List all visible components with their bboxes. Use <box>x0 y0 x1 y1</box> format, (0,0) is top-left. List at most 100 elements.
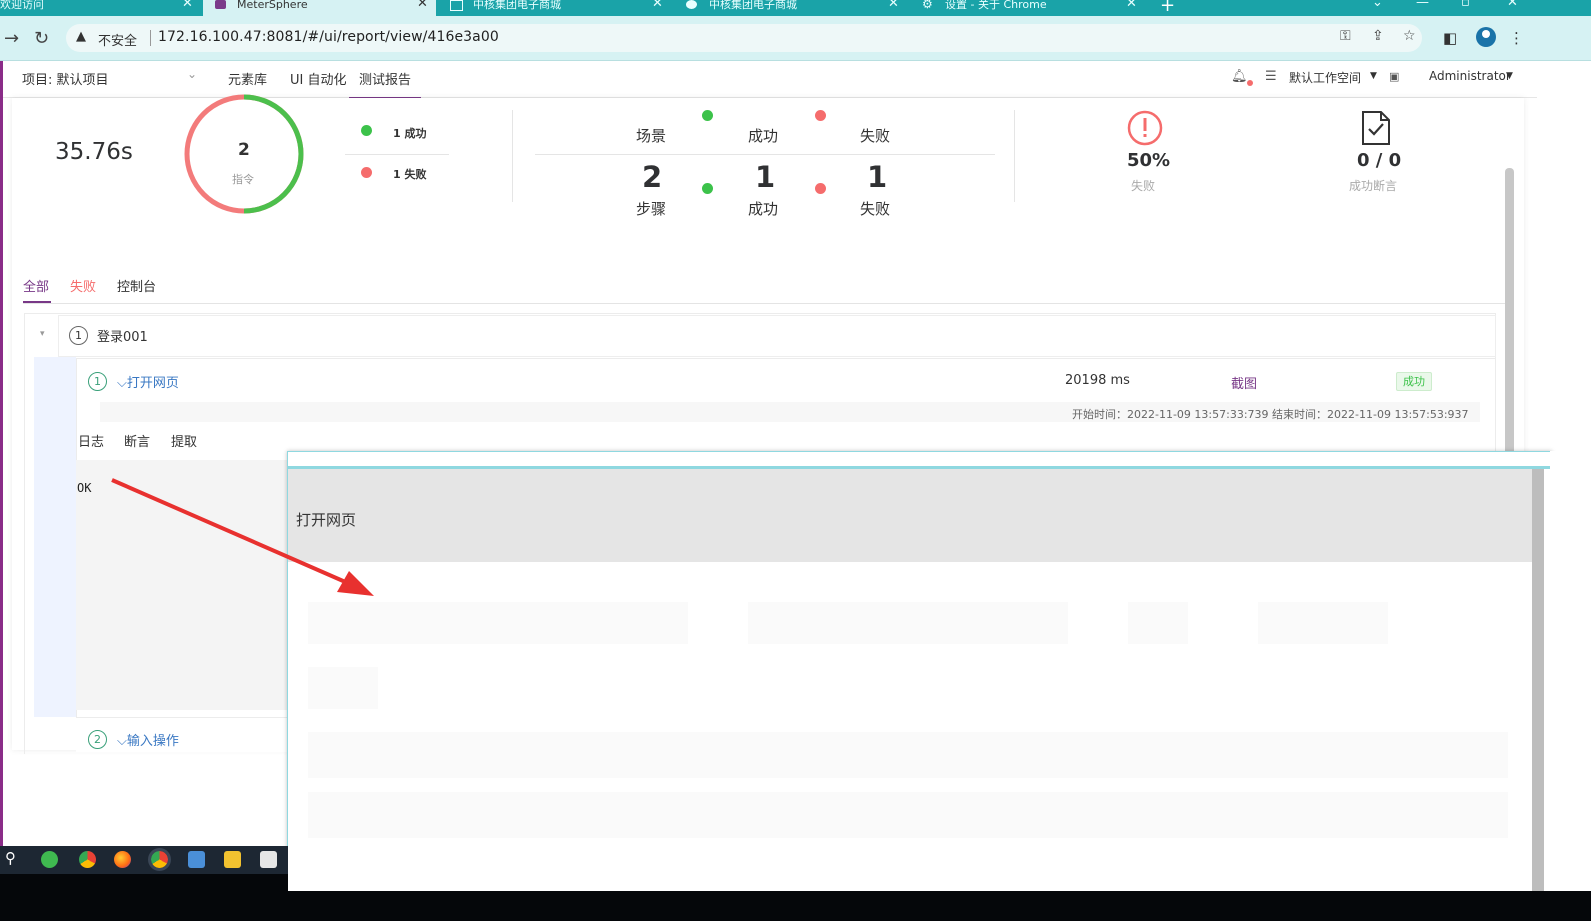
exclamation-circle-icon <box>1127 110 1163 146</box>
placeholder-block <box>748 602 1068 644</box>
tree-indent-bar <box>34 357 76 717</box>
tab-title: 欢迎访问 <box>0 0 44 11</box>
menu-element-library[interactable]: 元素库 <box>228 69 267 88</box>
divider <box>1014 110 1015 202</box>
tab-all[interactable]: 全部 <box>23 276 49 295</box>
chrome-icon[interactable] <box>148 848 171 871</box>
share-icon[interactable]: ⇪ <box>1372 28 1384 44</box>
caret-down-icon[interactable]: ▾ <box>40 329 45 339</box>
node-index: 1 <box>69 326 88 345</box>
new-tab-icon[interactable]: + <box>1160 0 1175 16</box>
insecure-label[interactable]: 不安全 <box>98 30 137 49</box>
workspace-selector[interactable]: 默认工作空间 <box>1289 69 1361 86</box>
tab-close-icon[interactable]: ✕ <box>888 0 899 10</box>
tab-fail[interactable]: 失败 <box>70 276 96 295</box>
omnibox[interactable]: ▲ 不安全 172.16.100.47:8081/#/ui/report/vie… <box>66 24 1422 52</box>
fail-dot <box>815 110 826 121</box>
scenario-name[interactable]: 登录001 <box>97 326 148 345</box>
success-dot <box>702 183 713 194</box>
fail-dot <box>815 183 826 194</box>
url-text[interactable]: 172.16.100.47:8081/#/ui/report/view/416e… <box>158 29 499 45</box>
success-dot <box>702 110 713 121</box>
browser-tab-active[interactable]: MeterSphere ✕ <box>203 0 436 16</box>
scenario-success-label: 成功 <box>748 127 779 145</box>
tab-title: 中核集团电子商城 <box>709 0 797 11</box>
key-icon[interactable]: ⚿ <box>1340 28 1351 44</box>
more-menu-icon[interactable]: ⋮ <box>1509 29 1524 47</box>
chevron-down-icon[interactable]: ⌄ <box>187 67 197 81</box>
warning-icon: ▲ <box>76 29 86 44</box>
firefox-icon[interactable] <box>114 851 131 868</box>
reload-icon[interactable]: ↻ <box>34 28 49 49</box>
caret-down-icon[interactable]: ▼ <box>1370 71 1377 81</box>
app-icon[interactable] <box>41 851 58 868</box>
close-window-icon[interactable]: ✕ <box>1507 0 1518 10</box>
screenshot-link[interactable]: 截图 <box>1231 373 1257 392</box>
command-success-legend: 1 成功 <box>393 127 427 140</box>
step-index: 1 <box>88 372 107 391</box>
step-index: 2 <box>88 730 107 749</box>
tab-close-icon[interactable]: ✕ <box>182 0 193 10</box>
list-icon[interactable]: ☰ <box>1265 69 1277 84</box>
tab-close-icon[interactable]: ✕ <box>1126 0 1137 10</box>
search-icon[interactable]: ⚲ <box>5 849 16 867</box>
language-icon[interactable]: ▣ <box>1389 70 1399 83</box>
page-scrollbar[interactable] <box>1505 168 1514 458</box>
placeholder-block <box>1258 602 1388 644</box>
tab-title: 中核集团电子商城 <box>473 0 561 11</box>
subtab-assertion[interactable]: 断言 <box>124 431 150 450</box>
active-tab-underline <box>23 301 51 303</box>
subtab-log[interactable]: 日志 <box>78 431 104 450</box>
app-icon[interactable] <box>260 851 277 868</box>
tree-node-scenario[interactable] <box>58 315 1496 357</box>
folder-icon[interactable] <box>224 851 241 868</box>
chevron-down-icon[interactable]: ⌄ <box>1372 0 1383 10</box>
step-row-2[interactable] <box>76 717 288 752</box>
bell-icon[interactable]: 🔔︎ <box>1231 69 1248 84</box>
steps-success-count: 1 <box>755 160 776 194</box>
divider <box>535 154 995 155</box>
caret-down-icon[interactable]: ▼ <box>1506 71 1513 81</box>
tab-console[interactable]: 控制台 <box>117 276 156 295</box>
menu-ui-automation[interactable]: UI 自动化 <box>290 69 346 88</box>
tab-close-icon[interactable]: ✕ <box>652 0 663 10</box>
success-dot <box>361 125 372 136</box>
preview-scrollbar[interactable] <box>1532 469 1544 891</box>
step-duration: 20198 ms <box>1065 373 1130 388</box>
project-selector[interactable]: 项目: 默认项目 <box>22 69 109 88</box>
chrome-icon[interactable] <box>79 851 96 868</box>
profile-avatar-icon[interactable] <box>1476 27 1496 47</box>
desktop-background <box>0 874 288 921</box>
minimize-icon[interactable]: — <box>1416 0 1429 10</box>
divider <box>345 154 449 155</box>
sidebar-accent <box>0 61 3 851</box>
restore-icon[interactable]: ▫ <box>1461 0 1470 10</box>
steps-count: 2 <box>642 160 663 194</box>
log-text: OK <box>77 481 92 495</box>
step-name-input[interactable]: ⌵输入操作 <box>117 730 179 749</box>
fail-dot <box>361 167 372 178</box>
preview-header-band <box>288 469 1532 562</box>
app-icon[interactable] <box>188 851 205 868</box>
steps-fail-count: 1 <box>867 160 888 194</box>
browser-tab[interactable]: ⚙ 设置 - 关于 Chrome ✕ <box>912 0 1145 16</box>
star-icon[interactable]: ☆ <box>1403 28 1416 44</box>
sidepanel-icon[interactable]: ◧ <box>1443 29 1457 47</box>
document-check-icon <box>1362 111 1390 145</box>
step-name-open-page[interactable]: ⌵打开网页 <box>117 372 179 391</box>
browser-tab[interactable]: 中核集团电子商城 ✕ <box>440 0 673 16</box>
assertion-ratio: 0 / 0 <box>1357 150 1402 171</box>
fail-rate-value: 50% <box>1127 150 1171 171</box>
preview-title: 打开网页 <box>296 511 357 529</box>
subtab-extract[interactable]: 提取 <box>171 431 197 450</box>
divider <box>512 110 513 202</box>
donut-success-arc <box>243 94 304 214</box>
menu-test-report[interactable]: 测试报告 <box>349 69 422 99</box>
user-menu[interactable]: Administrator <box>1429 69 1511 83</box>
forward-icon[interactable]: → <box>4 28 19 49</box>
browser-tab[interactable]: 欢迎访问 ✕ <box>0 0 200 16</box>
screenshot-preview-window: 打开网页 <box>287 451 1552 893</box>
tab-close-icon[interactable]: ✕ <box>417 0 428 10</box>
browser-tab[interactable]: 中核集团电子商城 ✕ <box>676 0 909 16</box>
command-count: 2 <box>238 140 250 160</box>
